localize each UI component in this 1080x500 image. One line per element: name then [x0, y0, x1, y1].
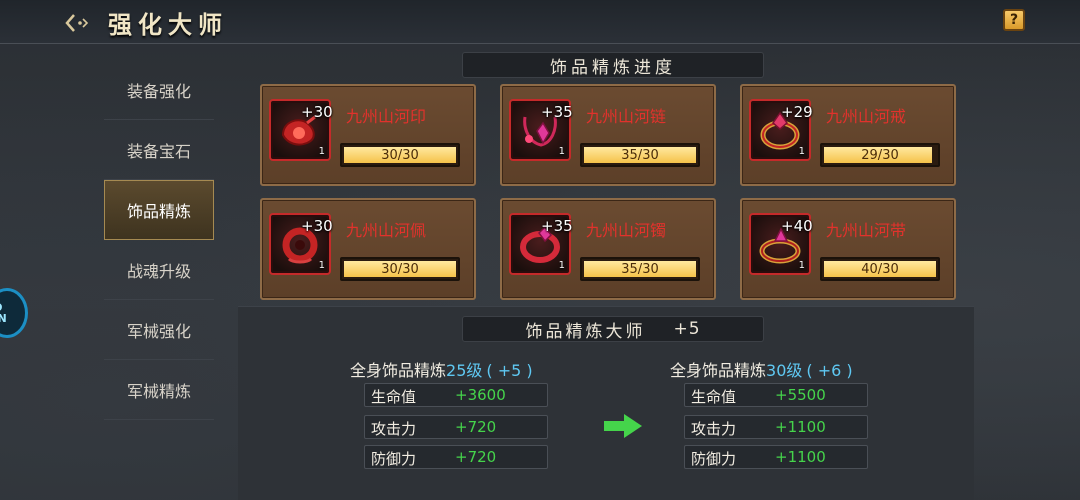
item-count: 1	[318, 146, 325, 157]
item-level: +35	[541, 217, 573, 235]
stat-row: 防御力 +1100	[684, 445, 868, 469]
right-arrow-icon	[604, 414, 642, 438]
item-name: 九州山河镯	[586, 221, 667, 240]
item-level: +29	[781, 103, 813, 121]
master-level: +5	[673, 319, 701, 339]
item-count: 1	[558, 146, 565, 157]
progress-bar: 30/30	[340, 257, 460, 281]
next-tier: 30级	[766, 361, 803, 380]
item-name: 九州山河印	[346, 107, 427, 126]
item-slot: +30 1	[269, 99, 333, 161]
stat-value: +720	[455, 418, 497, 436]
progress-section-title: 饰品精炼进度	[462, 52, 764, 78]
stat-value: +1100	[775, 418, 826, 436]
accessory-card[interactable]: +35 1 九州山河镯 35/30	[500, 198, 716, 300]
master-title-text: 饰品精炼大师	[525, 321, 646, 342]
stat-row: 生命值 +5500	[684, 383, 868, 407]
main-panel: 饰品精炼进度 +30 1 九州山河印 30/30 +35 1 九州山河链 35/…	[238, 44, 974, 500]
current-tier: 25级	[446, 361, 483, 380]
item-level: +30	[301, 217, 333, 235]
stat-label: 生命值	[691, 388, 737, 406]
item-level: +30	[301, 103, 333, 121]
help-button[interactable]: ?	[1003, 9, 1025, 31]
item-name: 九州山河带	[826, 221, 907, 240]
item-slot: +30 1	[269, 213, 333, 275]
next-bonus: ( +6 )	[806, 361, 853, 380]
top-bar: 强化大师 ?	[0, 0, 1080, 44]
item-slot: +40 1	[749, 213, 813, 275]
stat-label: 生命值	[371, 388, 417, 406]
item-level: +35	[541, 103, 573, 121]
item-slot: +35 1	[509, 213, 573, 275]
sidebar: 装备强化 装备宝石 饰品精炼 战魂升级 军械强化 军械精炼	[104, 60, 214, 420]
accessory-card[interactable]: +35 1 九州山河链 35/30	[500, 84, 716, 186]
stat-row: 生命值 +3600	[364, 383, 548, 407]
progress-text: 35/30	[621, 147, 659, 163]
item-count: 1	[318, 260, 325, 271]
stat-value: +720	[455, 448, 497, 466]
progress-text: 29/30	[861, 147, 899, 163]
item-slot: +35 1	[509, 99, 573, 161]
stat-label: 防御力	[691, 450, 737, 468]
stat-row: 攻击力 +720	[364, 415, 548, 439]
progress-bar: 35/30	[580, 143, 700, 167]
stat-row: 攻击力 +1100	[684, 415, 868, 439]
stat-value: +5500	[775, 386, 826, 404]
progress-bar: 40/30	[820, 257, 940, 281]
accessory-card[interactable]: +30 1 九州山河印 30/30	[260, 84, 476, 186]
progress-text: 40/30	[861, 261, 899, 277]
current-tier-title: 全身饰品精炼25级( +5 )	[350, 357, 533, 381]
stat-label: 攻击力	[371, 420, 417, 438]
progress-text: 35/30	[621, 261, 659, 277]
sidebar-item-accessory-refine[interactable]: 饰品精炼	[104, 180, 214, 240]
sidebar-item-equip-enhance[interactable]: 装备强化	[104, 60, 214, 120]
item-slot: +29 1	[749, 99, 813, 161]
back-button[interactable]	[62, 8, 92, 38]
item-count: 1	[798, 260, 805, 271]
stat-label: 防御力	[371, 450, 417, 468]
stat-value: +3600	[455, 386, 506, 404]
stat-label: 攻击力	[691, 420, 737, 438]
accessory-card[interactable]: +40 1 九州山河带 40/30	[740, 198, 956, 300]
progress-bar: 29/30	[820, 143, 940, 167]
next-prefix: 全身饰品精炼	[670, 361, 767, 380]
accessory-card[interactable]: +30 1 九州山河佩 30/30	[260, 198, 476, 300]
item-name: 九州山河佩	[346, 221, 427, 240]
progress-bar: 35/30	[580, 257, 700, 281]
sidebar-item-arms-enhance[interactable]: 军械强化	[104, 300, 214, 360]
item-name: 九州山河链	[586, 107, 667, 126]
back-arrow-icon	[65, 14, 89, 32]
item-count: 1	[798, 146, 805, 157]
accessory-card[interactable]: +29 1 九州山河戒 29/30	[740, 84, 956, 186]
current-bonus: ( +5 )	[486, 361, 533, 380]
current-prefix: 全身饰品精炼	[350, 361, 447, 380]
progress-text: 30/30	[381, 261, 419, 277]
next-tier-title: 全身饰品精炼30级( +6 )	[670, 357, 853, 381]
sidebar-item-equip-gem[interactable]: 装备宝石	[104, 120, 214, 180]
progress-bar: 30/30	[340, 143, 460, 167]
sidebar-item-arms-refine[interactable]: 军械精炼	[104, 360, 214, 420]
item-level: +40	[781, 217, 813, 235]
sidebar-item-soul-upgrade[interactable]: 战魂升级	[104, 240, 214, 300]
stat-row: 防御力 +720	[364, 445, 548, 469]
page-title: 强化大师	[108, 10, 228, 39]
progress-text: 30/30	[381, 147, 419, 163]
item-count: 1	[558, 260, 565, 271]
stat-value: +1100	[775, 448, 826, 466]
item-name: 九州山河戒	[826, 107, 907, 126]
master-section-title: 饰品精炼大师 +5	[462, 316, 764, 342]
